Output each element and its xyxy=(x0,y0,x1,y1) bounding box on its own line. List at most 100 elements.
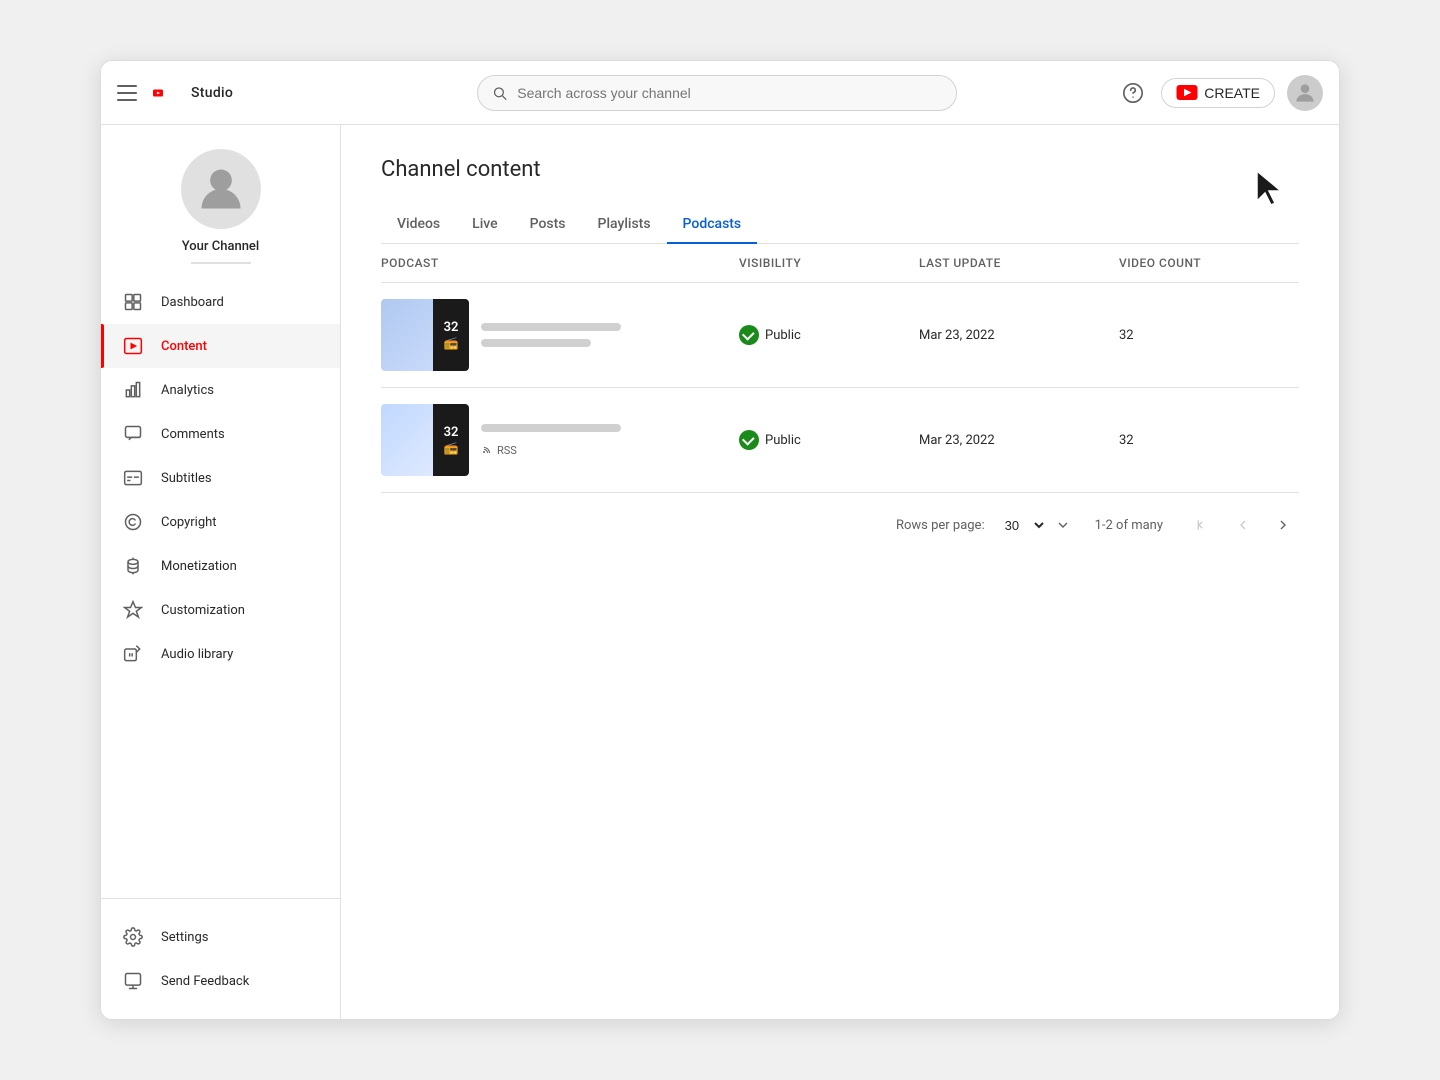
dashboard-label: Dashboard xyxy=(161,295,224,310)
channel-info: Your Channel xyxy=(101,125,340,280)
create-button[interactable]: CREATE xyxy=(1161,78,1275,108)
pagination-range: 1-2 of many xyxy=(1095,518,1163,533)
rss-label: RSS xyxy=(497,444,517,457)
help-button[interactable] xyxy=(1117,77,1149,109)
count-cell-2: 32 xyxy=(1119,433,1299,448)
date-cell-2: Mar 23, 2022 xyxy=(919,433,1119,448)
table-header: Podcast Visibility Last update Video cou… xyxy=(381,244,1299,283)
rows-per-page-select[interactable]: 30 50 100 xyxy=(997,515,1047,536)
monetization-label: Monetization xyxy=(161,559,237,574)
visibility-label-1: Public xyxy=(765,328,801,343)
rss-tag: RSS xyxy=(481,444,621,457)
sidebar-item-monetization[interactable]: Monetization xyxy=(101,544,340,588)
content-icon xyxy=(121,334,145,358)
sidebar-item-dashboard[interactable]: Dashboard xyxy=(101,280,340,324)
table-row: 32 📻 Public Mar 23, 2022 xyxy=(381,283,1299,388)
monetization-icon xyxy=(121,554,145,578)
body: Your Channel Dashboard xyxy=(101,125,1339,1019)
header-video-count: Video count xyxy=(1119,256,1299,270)
pagination-first-button[interactable] xyxy=(1187,509,1219,541)
tab-podcasts[interactable]: Podcasts xyxy=(667,206,758,244)
create-label: CREATE xyxy=(1204,85,1260,101)
topbar: Studio xyxy=(101,61,1339,125)
settings-label: Settings xyxy=(161,930,208,945)
customization-label: Customization xyxy=(161,603,245,618)
sidebar-item-copyright[interactable]: Copyright xyxy=(101,500,340,544)
content-label: Content xyxy=(161,339,207,354)
podcast-radio-icon-2: 📻 xyxy=(444,441,459,455)
analytics-icon xyxy=(121,378,145,402)
dashboard-icon xyxy=(121,290,145,314)
nav-bottom: Settings Send Feedback xyxy=(101,898,340,1003)
podcast-title-line-2 xyxy=(481,424,621,432)
podcast-radio-icon-1: 📻 xyxy=(444,336,459,350)
pagination: Rows per page: 30 50 100 1-2 of many xyxy=(381,493,1299,557)
count-cell-1: 32 xyxy=(1119,328,1299,343)
date-cell-1: Mar 23, 2022 xyxy=(919,328,1119,343)
comments-label: Comments xyxy=(161,427,225,442)
podcasts-table: Podcast Visibility Last update Video cou… xyxy=(381,244,1299,557)
main-content: Channel content Videos Live Posts Playli… xyxy=(341,125,1339,1019)
rows-per-page-label: Rows per page: xyxy=(896,518,985,533)
topbar-left: Studio xyxy=(117,81,317,105)
visibility-cell-1: Public xyxy=(739,325,919,345)
avatar[interactable] xyxy=(1287,75,1323,111)
visibility-dot-1 xyxy=(739,325,759,345)
feedback-label: Send Feedback xyxy=(161,974,249,989)
comments-icon xyxy=(121,422,145,446)
sidebar-item-send-feedback[interactable]: Send Feedback xyxy=(101,959,340,1003)
copyright-icon xyxy=(121,510,145,534)
dropdown-icon xyxy=(1055,517,1071,533)
header-last-update: Last update xyxy=(919,256,1119,270)
podcast-title-line-1 xyxy=(481,323,621,331)
pagination-next-button[interactable] xyxy=(1267,509,1299,541)
settings-icon xyxy=(121,925,145,949)
table-row: 32 📻 RSS xyxy=(381,388,1299,493)
sidebar: Your Channel Dashboard xyxy=(101,125,341,1019)
logo[interactable]: Studio xyxy=(153,82,233,104)
header-visibility: Visibility xyxy=(739,256,919,270)
sidebar-item-comments[interactable]: Comments xyxy=(101,412,340,456)
pagination-prev-button[interactable] xyxy=(1227,509,1259,541)
visibility-cell-2: Public xyxy=(739,430,919,450)
audio-library-icon xyxy=(121,642,145,666)
visibility-dot-2 xyxy=(739,430,759,450)
header-podcast: Podcast xyxy=(381,256,739,270)
content-tabs: Videos Live Posts Playlists Podcasts xyxy=(381,206,1299,244)
podcast-cell-1: 32 📻 xyxy=(381,299,739,371)
tab-playlists[interactable]: Playlists xyxy=(582,206,667,244)
feedback-icon xyxy=(121,969,145,993)
hamburger-menu-icon[interactable] xyxy=(117,81,141,105)
topbar-center xyxy=(333,75,1101,111)
visibility-label-2: Public xyxy=(765,433,801,448)
channel-sub-line xyxy=(191,262,251,264)
podcast-info-2: RSS xyxy=(481,424,621,457)
sidebar-item-settings[interactable]: Settings xyxy=(101,915,340,959)
sidebar-item-analytics[interactable]: Analytics xyxy=(101,368,340,412)
podcast-subtitle-line-1 xyxy=(481,339,591,347)
sidebar-item-subtitles[interactable]: Subtitles xyxy=(101,456,340,500)
podcast-count-1: 32 xyxy=(444,321,459,334)
channel-name: Your Channel xyxy=(182,239,259,254)
sidebar-item-content[interactable]: Content xyxy=(101,324,340,368)
search-input[interactable] xyxy=(517,85,942,101)
subtitles-icon xyxy=(121,466,145,490)
search-bar xyxy=(477,75,957,111)
tab-live[interactable]: Live xyxy=(456,206,513,244)
podcast-info-1 xyxy=(481,323,621,347)
channel-avatar[interactable] xyxy=(181,149,261,229)
analytics-label: Analytics xyxy=(161,383,214,398)
copyright-label: Copyright xyxy=(161,515,217,530)
sidebar-item-customization[interactable]: Customization xyxy=(101,588,340,632)
studio-label: Studio xyxy=(191,85,233,101)
podcast-thumbnail-2[interactable]: 32 📻 xyxy=(381,404,469,476)
tab-videos[interactable]: Videos xyxy=(381,206,456,244)
search-icon xyxy=(492,85,507,101)
topbar-right: CREATE xyxy=(1117,75,1323,111)
podcast-thumbnail-1[interactable]: 32 📻 xyxy=(381,299,469,371)
tab-posts[interactable]: Posts xyxy=(514,206,582,244)
subtitles-label: Subtitles xyxy=(161,471,212,486)
audio-library-label: Audio library xyxy=(161,647,233,662)
page-title: Channel content xyxy=(381,157,1299,182)
sidebar-item-audio-library[interactable]: Audio library xyxy=(101,632,340,676)
